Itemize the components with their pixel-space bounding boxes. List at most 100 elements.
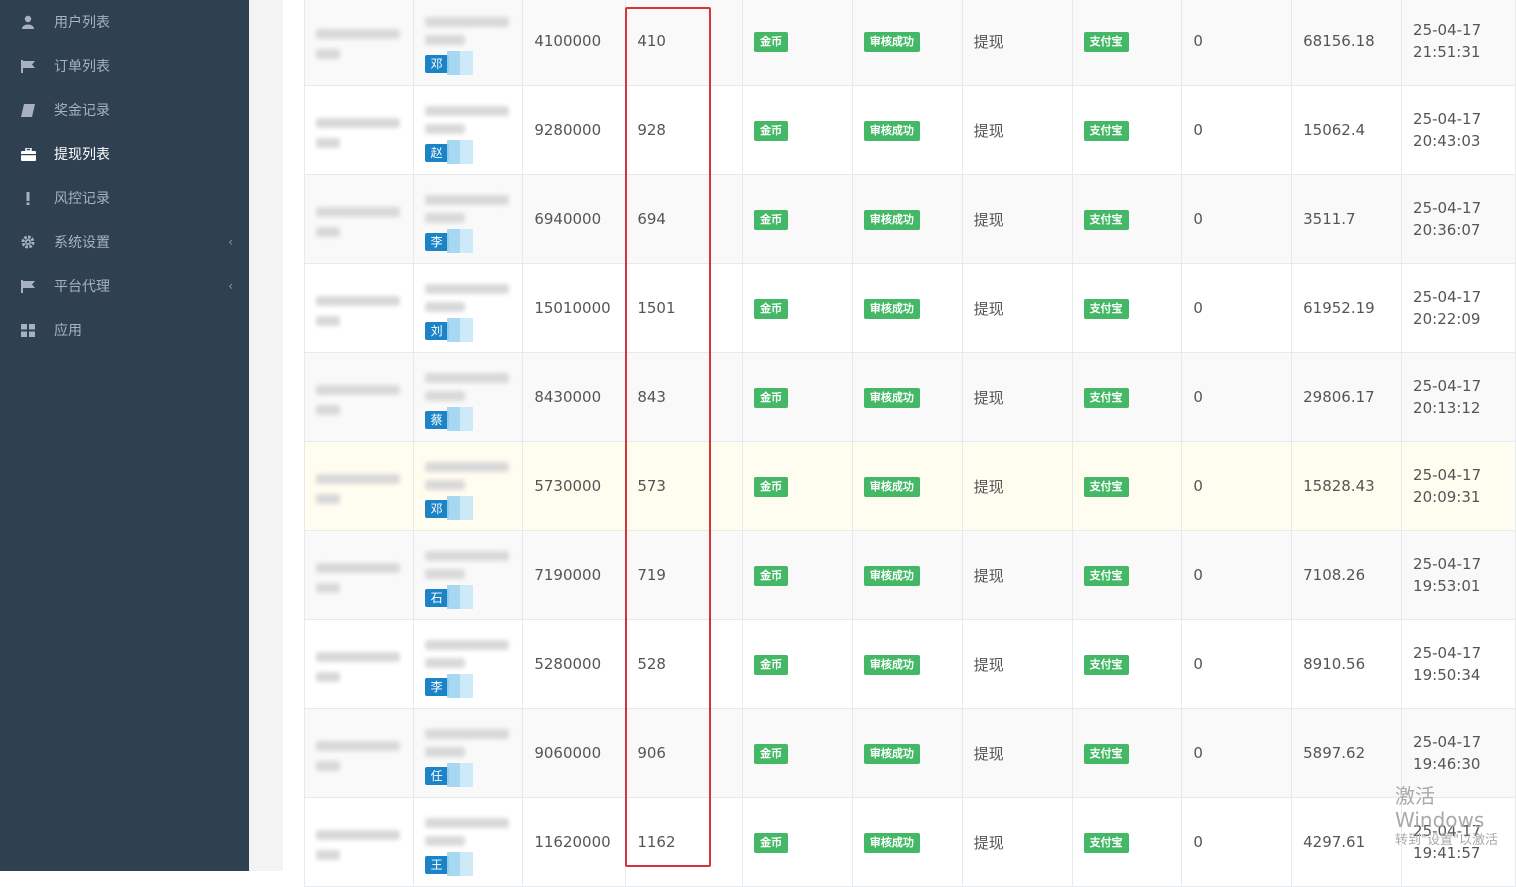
status-cell: 审核成功 bbox=[851, 174, 963, 264]
fee-cell: 0 bbox=[1181, 619, 1293, 709]
sidebar-item-label: 系统设置 bbox=[54, 235, 110, 251]
type-cell: 提现 bbox=[961, 85, 1073, 175]
sidebar-item-3[interactable]: 提现列表 bbox=[0, 132, 249, 176]
user-name-tag[interactable]: 石 bbox=[424, 589, 449, 607]
amount-cell: 5730000 bbox=[522, 441, 627, 531]
amount-cell: 8430000 bbox=[522, 352, 627, 442]
user-cell: 赵 bbox=[412, 85, 524, 175]
coin-badge: 金币 bbox=[754, 31, 789, 52]
chevron-left-icon[interactable]: ‹ bbox=[228, 279, 233, 293]
status-cell: 审核成功 bbox=[851, 0, 963, 86]
channel-cell: 支付宝 bbox=[1071, 619, 1183, 709]
balance-cell: 7108.26 bbox=[1291, 530, 1403, 620]
amount-cell: 6940000 bbox=[522, 174, 627, 264]
coin-badge: 金币 bbox=[754, 565, 789, 586]
value-cell: 843 bbox=[625, 352, 744, 442]
status-badge: 审核成功 bbox=[863, 31, 920, 52]
fee-cell: 0 bbox=[1181, 352, 1293, 442]
mosaic-overlay bbox=[446, 852, 473, 876]
sidebar-item-6[interactable]: 平台代理 ‹ bbox=[0, 264, 249, 308]
user-name-tag[interactable]: 蔡 bbox=[424, 411, 449, 429]
sidebar-item-5[interactable]: 系统设置 ‹ bbox=[0, 220, 249, 264]
time-cell: 25-04-17 20:43:03 bbox=[1401, 85, 1516, 175]
status-cell: 审核成功 bbox=[851, 263, 963, 353]
user-name-tag[interactable]: 李 bbox=[424, 678, 449, 696]
status-badge: 审核成功 bbox=[863, 832, 920, 853]
user-name-tag[interactable]: 李 bbox=[424, 233, 449, 251]
user-name-tag[interactable]: 王 bbox=[424, 856, 449, 874]
time-cell: 25-04-17 21:51:31 bbox=[1401, 0, 1516, 86]
user-name-tag[interactable]: 邓 bbox=[424, 55, 449, 73]
sidebar-item-0[interactable]: 用户列表 bbox=[0, 0, 249, 44]
sidebar-item-2[interactable]: 奖金记录 bbox=[0, 88, 249, 132]
amount-cell: 7190000 bbox=[522, 530, 627, 620]
fee-cell: 0 bbox=[1181, 85, 1293, 175]
chevron-left-icon[interactable]: ‹ bbox=[228, 235, 233, 249]
channel-cell: 支付宝 bbox=[1071, 441, 1183, 531]
withdrawal-table: 邓 4100000 410 金币 审核成功 提现 支付宝 0 68156.18 25-04-17 … bbox=[304, 0, 1516, 887]
status-badge: 审核成功 bbox=[863, 209, 920, 230]
account-cell-blurred bbox=[304, 530, 414, 620]
coin-badge: 金币 bbox=[754, 120, 789, 141]
coin-cell: 金币 bbox=[742, 263, 853, 353]
balance-cell: 29806.17 bbox=[1291, 352, 1403, 442]
mosaic-overlay bbox=[446, 318, 473, 342]
type-cell: 提现 bbox=[961, 530, 1073, 620]
balance-cell: 4297.61 bbox=[1291, 797, 1403, 887]
table-row: 邓 5730000 573 金币 审核成功 提现 支付宝 0 15828.43 25-04-17 … bbox=[304, 441, 1516, 531]
coin-badge: 金币 bbox=[754, 298, 789, 319]
table-row: 邓 4100000 410 金币 审核成功 提现 支付宝 0 68156.18 25-04-17 … bbox=[304, 0, 1516, 86]
type-cell: 提现 bbox=[961, 797, 1073, 887]
channel-badge: 支付宝 bbox=[1083, 120, 1129, 141]
mosaic-overlay bbox=[446, 763, 473, 787]
table-row: 王 11620000 1162 金币 审核成功 提现 支付宝 0 4297.61 25-04-17… bbox=[304, 797, 1516, 887]
status-cell: 审核成功 bbox=[851, 441, 963, 531]
channel-badge: 支付宝 bbox=[1083, 209, 1129, 230]
table-row: 李 6940000 694 金币 审核成功 提现 支付宝 0 3511.7 25-04-17 20… bbox=[304, 174, 1516, 264]
channel-cell: 支付宝 bbox=[1071, 352, 1183, 442]
user-cell: 蔡 bbox=[412, 352, 524, 442]
account-cell-blurred bbox=[304, 0, 414, 86]
type-cell: 提现 bbox=[961, 352, 1073, 442]
type-cell: 提现 bbox=[961, 263, 1073, 353]
mosaic-overlay bbox=[446, 51, 473, 75]
user-cell: 王 bbox=[412, 797, 524, 887]
value-cell: 719 bbox=[625, 530, 744, 620]
sidebar-item-1[interactable]: 订单列表 bbox=[0, 44, 249, 88]
book-icon bbox=[20, 102, 36, 118]
amount-cell: 9060000 bbox=[522, 708, 627, 798]
channel-cell: 支付宝 bbox=[1071, 85, 1183, 175]
sidebar-item-4[interactable]: 风控记录 bbox=[0, 176, 249, 220]
account-cell-blurred bbox=[304, 352, 414, 442]
sidebar-item-label: 奖金记录 bbox=[54, 103, 110, 119]
briefcase-icon bbox=[20, 146, 36, 162]
balance-cell: 61952.19 bbox=[1291, 263, 1403, 353]
status-cell: 审核成功 bbox=[851, 619, 963, 709]
time-cell: 25-04-17 19:53:01 bbox=[1401, 530, 1516, 620]
coin-badge: 金币 bbox=[754, 209, 789, 230]
fee-cell: 0 bbox=[1181, 0, 1293, 86]
grid-icon bbox=[20, 322, 36, 338]
sidebar-item-7[interactable]: 应用 bbox=[0, 308, 249, 352]
coin-cell: 金币 bbox=[742, 441, 853, 531]
user-name-tag[interactable]: 刘 bbox=[424, 322, 449, 340]
status-cell: 审核成功 bbox=[851, 797, 963, 887]
account-cell-blurred bbox=[304, 708, 414, 798]
coin-cell: 金币 bbox=[742, 797, 853, 887]
user-cell: 任 bbox=[412, 708, 524, 798]
table-row: 蔡 8430000 843 金币 审核成功 提现 支付宝 0 29806.17 25-04-17 … bbox=[304, 352, 1516, 442]
coin-cell: 金币 bbox=[742, 619, 853, 709]
user-name-tag[interactable]: 邓 bbox=[424, 500, 449, 518]
user-cell: 刘 bbox=[412, 263, 524, 353]
user-name-tag[interactable]: 赵 bbox=[424, 144, 449, 162]
table-row: 任 9060000 906 金币 审核成功 提现 支付宝 0 5897.62 25-04-17 1… bbox=[304, 708, 1516, 798]
table-row: 赵 9280000 928 金币 审核成功 提现 支付宝 0 15062.4 25-04-17 2… bbox=[304, 85, 1516, 175]
fee-cell: 0 bbox=[1181, 708, 1293, 798]
coin-badge: 金币 bbox=[754, 832, 789, 853]
channel-cell: 支付宝 bbox=[1071, 797, 1183, 887]
user-name-tag[interactable]: 任 bbox=[424, 767, 449, 785]
channel-badge: 支付宝 bbox=[1083, 565, 1129, 586]
status-badge: 审核成功 bbox=[863, 476, 920, 497]
channel-badge: 支付宝 bbox=[1083, 298, 1129, 319]
table-row: 石 7190000 719 金币 审核成功 提现 支付宝 0 7108.26 25-04-17 1… bbox=[304, 530, 1516, 620]
